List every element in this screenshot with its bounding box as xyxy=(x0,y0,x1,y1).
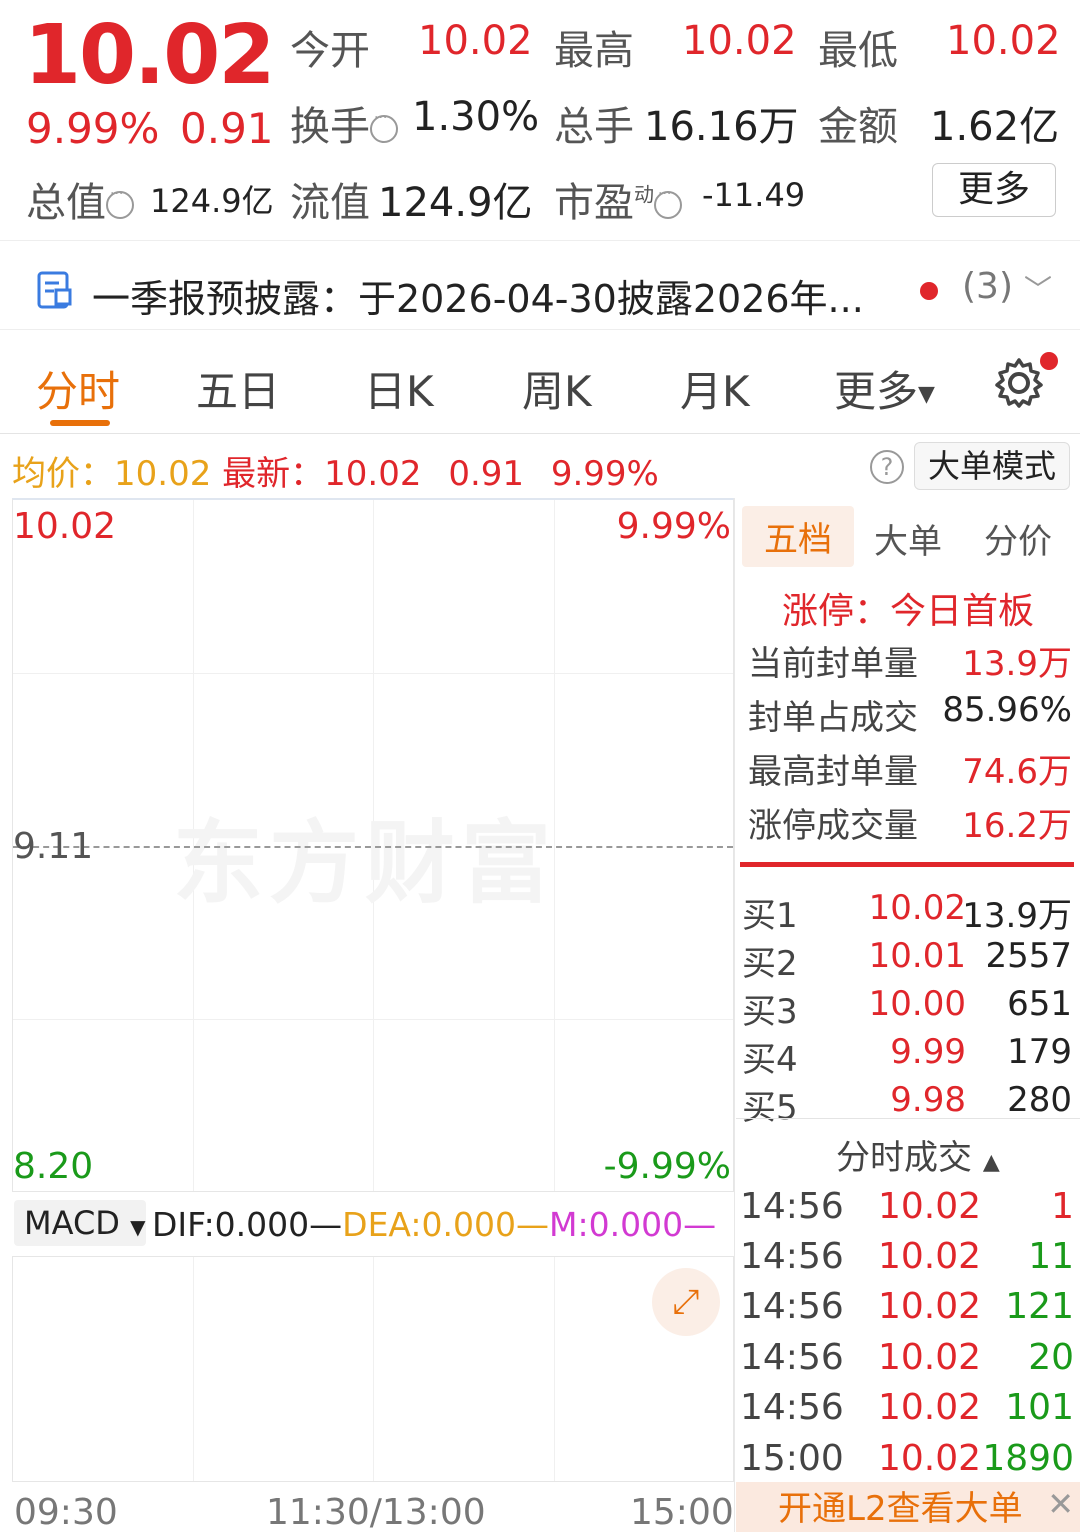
time-axis-start: 09:30 xyxy=(14,1492,118,1532)
l2-upgrade-banner[interactable]: 开通L2查看大单 ✕ xyxy=(736,1482,1080,1532)
open-label: 今开 xyxy=(290,28,370,74)
turnover-label[interactable]: 换手 xyxy=(290,94,398,152)
bid-row: 买4 9.99 179 xyxy=(742,1032,1072,1080)
volume-label: 总手 xyxy=(554,104,634,150)
pe-value: -11.49 xyxy=(702,176,806,214)
time-axis-mid: 11:30/13:00 xyxy=(266,1492,486,1532)
quote-header: 10.02 9.99% 0.91 今开 10.02 最高 10.02 最低 10… xyxy=(0,0,1080,240)
caret-down-icon: ▼ xyxy=(918,382,935,407)
indicator-selector[interactable]: MACD ▼ xyxy=(14,1200,146,1246)
amount-label: 金额 xyxy=(818,104,898,150)
trade-row: 14:56 10.02 121 xyxy=(740,1286,1074,1327)
prev-close-line xyxy=(13,846,733,848)
time-axis-end: 15:00 xyxy=(630,1492,734,1532)
notice-text[interactable]: 一季报预披露：于2026-04-30披露2026年... xyxy=(92,268,864,323)
gear-icon[interactable] xyxy=(992,356,1046,410)
current-price: 10.02 xyxy=(24,8,275,103)
pct-axis-top: 9.99% xyxy=(616,506,731,547)
tab-intraday[interactable]: 分时 xyxy=(36,358,120,419)
turnover-value: 1.30% xyxy=(412,94,540,140)
total-cap-value: 124.9亿 xyxy=(150,182,274,220)
tab-big-orders[interactable]: 大单 xyxy=(874,514,942,563)
grid-line xyxy=(13,673,733,674)
macd-dif: DIF:0.000— xyxy=(152,1205,343,1244)
bid-row: 买3 10.00 651 xyxy=(742,984,1072,1032)
volume-value: 16.16万 xyxy=(644,104,799,150)
macd-chart[interactable] xyxy=(12,1256,734,1482)
grid-line xyxy=(13,1019,733,1020)
trade-row: 14:56 10.02 11 xyxy=(740,1236,1074,1277)
avg-value: 10.02 xyxy=(114,454,212,494)
trades-toggle[interactable]: 分时成交 ▲ xyxy=(836,1130,1000,1179)
bid-row: 买2 10.01 2557 xyxy=(742,936,1072,984)
pct-axis-bottom: -9.99% xyxy=(603,1146,731,1187)
avg-label: 均价： xyxy=(12,454,114,494)
macd-values: DIF:0.000—DEA:0.000—M:0.000— xyxy=(152,1200,716,1250)
tab-five-day[interactable]: 五日 xyxy=(196,358,280,419)
big-order-mode-button[interactable]: 大单模式 xyxy=(914,442,1070,490)
close-icon[interactable]: ✕ xyxy=(1047,1482,1074,1526)
help-icon[interactable]: ? xyxy=(870,450,904,484)
tab-daily-k[interactable]: 日K xyxy=(364,358,434,419)
limit-bar xyxy=(740,862,1074,867)
tab-divider xyxy=(0,433,1080,434)
change-percent: 9.99% xyxy=(26,104,160,153)
latest-change-pct: 9.99% xyxy=(550,454,659,494)
more-button[interactable]: 更多 xyxy=(932,163,1056,217)
latest-change: 0.91 xyxy=(448,454,525,494)
high-value: 10.02 xyxy=(682,18,797,64)
float-cap-label: 流值 xyxy=(290,180,370,226)
trade-row: 14:56 10.02 1 xyxy=(740,1186,1074,1227)
pe-label[interactable]: 市盈动 xyxy=(554,170,682,228)
macd-dea: DEA:0.000— xyxy=(342,1205,550,1244)
caret-up-icon: ▲ xyxy=(982,1150,1000,1175)
latest-value: 10.02 xyxy=(324,454,422,494)
order-book-panel: 五档 大单 分价 涨停：今日首板 当前封单量 13.9万 封单占成交 85.96% … xyxy=(736,498,1080,1532)
caret-down-icon: ▼ xyxy=(130,1215,146,1239)
settings-badge xyxy=(1040,352,1058,370)
low-value: 10.02 xyxy=(946,18,1061,64)
intraday-chart[interactable]: 东方财富 10.02 9.99% 9.11 8.20 -9.99% xyxy=(12,498,734,1192)
notice-unread-dot xyxy=(920,282,938,300)
active-tab-indicator xyxy=(50,420,110,426)
y-axis-mid: 9.11 xyxy=(13,826,94,867)
tab-weekly-k[interactable]: 周K xyxy=(522,358,592,419)
grid-line xyxy=(193,1257,194,1481)
more-info-icon[interactable] xyxy=(654,186,682,219)
more-info-icon[interactable] xyxy=(370,110,398,143)
grid-line xyxy=(554,1257,555,1481)
notice-count: (3) xyxy=(962,266,1013,307)
avg-price-line: 均价：10.02 最新：10.02 0.91 9.99% xyxy=(12,446,659,495)
grid-line xyxy=(373,1257,374,1481)
limit-up-status: 涨停：今日首板 xyxy=(782,591,1035,632)
trade-row: 14:56 10.02 20 xyxy=(740,1337,1074,1378)
bid-row: 买1 10.02 13.9万 xyxy=(742,888,1072,936)
trade-row: 14:56 10.02 101 xyxy=(740,1387,1074,1428)
l2-banner-text[interactable]: 开通L2查看大单 xyxy=(778,1482,1023,1532)
trade-row: 15:00 10.02 1890 xyxy=(740,1438,1074,1479)
expand-icon[interactable]: ⤢ xyxy=(652,1268,720,1336)
watermark: 东方财富 xyxy=(173,811,557,916)
amount-value: 1.62亿 xyxy=(930,104,1060,150)
y-axis-top: 10.02 xyxy=(13,506,117,547)
divider xyxy=(736,1118,1080,1119)
macd-m: M:0.000— xyxy=(549,1205,717,1244)
y-axis-bottom: 8.20 xyxy=(13,1146,94,1187)
tab-more[interactable]: 更多▼ xyxy=(834,358,935,419)
document-icon xyxy=(37,271,72,309)
open-value: 10.02 xyxy=(418,18,533,64)
more-info-icon[interactable] xyxy=(106,186,134,219)
change-amount: 0.91 xyxy=(180,104,274,153)
low-label: 最低 xyxy=(818,28,898,74)
latest-label: 最新： xyxy=(222,454,325,494)
tab-monthly-k[interactable]: 月K xyxy=(680,358,750,419)
high-label: 最高 xyxy=(554,28,634,74)
chevron-down-icon[interactable]: ﹀ xyxy=(1024,268,1052,308)
total-cap-label[interactable]: 总值 xyxy=(26,170,134,228)
tab-five-levels[interactable]: 五档 xyxy=(742,506,854,567)
panel-divider xyxy=(734,498,735,1532)
float-cap-value: 124.9亿 xyxy=(378,180,533,226)
tab-price-distribution[interactable]: 分价 xyxy=(984,514,1052,563)
